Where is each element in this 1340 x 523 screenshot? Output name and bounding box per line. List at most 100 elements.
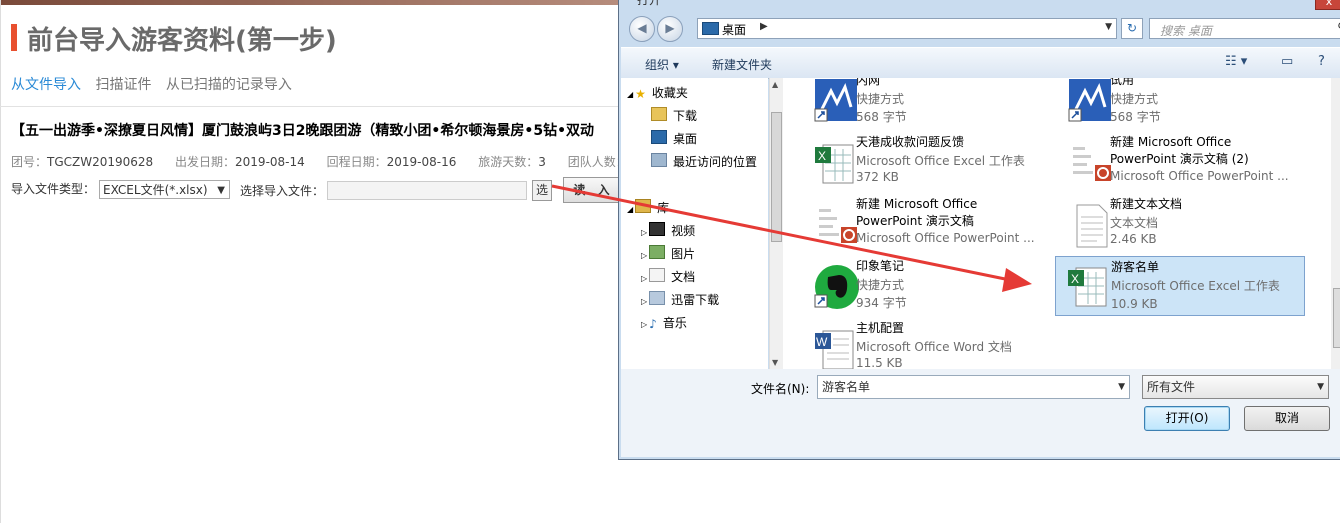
close-button[interactable]: x	[1315, 0, 1340, 10]
forward-icon[interactable]: ▶	[657, 16, 683, 42]
file-name: 内网	[856, 78, 881, 87]
collapsed-icon: ▷	[641, 228, 648, 237]
file-type: Microsoft Office Excel 工作表	[856, 154, 1025, 168]
nav-docs[interactable]: ▷ 文档	[641, 268, 695, 285]
page-border	[0, 0, 1, 523]
video-icon	[649, 222, 666, 236]
chevron-down-icon[interactable]: ▼	[1105, 22, 1112, 32]
import-row: 导入文件类型： EXCEL文件(*.xlsx) ▼ 选择导入文件： 选 读 入	[11, 177, 623, 203]
file-item-evernote[interactable]: 印象笔记 快捷方式 934 字节	[803, 258, 1053, 318]
desktop-icon	[702, 22, 719, 35]
days-label: 旅游天数：	[478, 155, 539, 169]
file-size: 568 字节	[1110, 110, 1161, 124]
address-bar[interactable]: 桌面 ▶ ▼	[697, 18, 1117, 39]
help-icon[interactable]: ?	[1318, 54, 1325, 69]
file-size: 934 字节	[856, 296, 907, 310]
desktop-icon	[651, 130, 667, 144]
read-in-button[interactable]: 读 入	[563, 177, 623, 203]
chevron-down-icon[interactable]: ▼	[1118, 376, 1125, 398]
address-text: 桌面	[722, 23, 747, 37]
picture-icon	[649, 245, 666, 259]
preview-pane-icon[interactable]: ▭	[1281, 54, 1293, 69]
file-item-ppt-2[interactable]: 新建 Microsoft Office PowerPoint 演示文稿 (2) …	[1057, 134, 1307, 194]
chevron-down-icon: ▼	[217, 185, 225, 196]
nav-xunlei[interactable]: ▷ 迅雷下载	[641, 291, 719, 308]
file-name: 天港成收款问题反馈	[856, 135, 965, 149]
back-icon[interactable]: ◀	[629, 16, 655, 42]
nav-desktop-label: 桌面	[673, 132, 698, 146]
chevron-down-icon: ▼	[1317, 382, 1324, 392]
file-item-feedback-xls[interactable]: X 天港成收款问题反馈 Microsoft Office Excel 工作表 3…	[803, 134, 1053, 194]
file-list-scrollbar[interactable]	[1331, 78, 1340, 369]
file-type: Microsoft Office Excel 工作表	[1111, 279, 1280, 293]
shortcut-app-icon	[814, 79, 857, 122]
scroll-thumb[interactable]	[1333, 288, 1340, 348]
file-item-new-text[interactable]: 新建文本文档 文本文档 2.46 KB	[1057, 196, 1307, 256]
nav-library[interactable]: ◢ 库	[627, 199, 669, 216]
file-name: 游客名单	[1111, 260, 1160, 274]
import-file-input[interactable]	[327, 181, 527, 200]
file-size: 10.9 KB	[1111, 297, 1158, 311]
file-type: 快捷方式	[856, 278, 905, 292]
nav-recent[interactable]: 最近访问的位置	[651, 153, 757, 170]
depart-label: 出发日期：	[175, 155, 236, 169]
file-type: 文本文档	[1110, 216, 1159, 230]
recent-places-icon	[651, 153, 667, 167]
import-type-value: EXCEL文件(*.xlsx)	[103, 183, 208, 197]
nav-desktop[interactable]: 桌面	[651, 130, 697, 147]
file-name: 试用	[1110, 78, 1135, 87]
powerpoint-icon	[819, 209, 857, 243]
pick-file-button[interactable]: 选	[532, 180, 552, 201]
tab-file-import[interactable]: 从文件导入	[11, 74, 81, 94]
tab-scan-id[interactable]: 扫描证件	[95, 74, 151, 94]
nav-downloads[interactable]: 下载	[651, 107, 697, 124]
scroll-up-icon[interactable]: ▲	[772, 80, 778, 89]
file-item-host-config[interactable]: W 主机配置 Microsoft Office Word 文档 11.5 KB	[803, 320, 1053, 369]
nav-videos[interactable]: ▷ 视频	[641, 222, 695, 239]
file-type: 快捷方式	[1110, 92, 1159, 106]
file-type: Microsoft Office PowerPoint ...	[856, 231, 1035, 245]
expand-icon: ◢	[627, 205, 634, 214]
nav-xunlei-label: 迅雷下载	[671, 293, 720, 307]
collapsed-icon: ▷	[641, 320, 648, 329]
refresh-icon[interactable]: ↻	[1121, 18, 1143, 39]
shortcut-app-icon	[1068, 79, 1111, 122]
nav-scrollbar[interactable]: ▲ ▼	[769, 78, 783, 369]
view-options-icon[interactable]: ☷ ▾	[1225, 54, 1247, 69]
open-button[interactable]: 打开(O)	[1144, 406, 1230, 431]
library-icon	[635, 199, 652, 213]
nav-downloads-label: 下载	[673, 109, 698, 123]
star-icon: ★	[635, 87, 646, 101]
file-size: 11.5 KB	[856, 356, 903, 369]
scroll-thumb[interactable]	[771, 112, 782, 242]
svg-text:W: W	[816, 335, 828, 349]
file-size: 2.46 KB	[1110, 232, 1157, 246]
filename-input[interactable]: 游客名单 ▼	[817, 375, 1130, 399]
nav-favorites[interactable]: ◢ ★ 收藏夹	[627, 84, 688, 101]
file-item-ppt[interactable]: 新建 Microsoft Office PowerPoint 演示文稿 Micr…	[803, 196, 1053, 256]
tab-scanned-records[interactable]: 从已扫描的记录导入	[166, 74, 292, 94]
nav-library-label: 库	[657, 201, 670, 215]
cancel-button[interactable]: 取消	[1244, 406, 1330, 431]
file-type: Microsoft Office Word 文档	[856, 340, 1012, 354]
import-type-select[interactable]: EXCEL文件(*.xlsx) ▼	[99, 180, 230, 199]
days-value: 3	[538, 155, 546, 169]
nav-pictures[interactable]: ▷ 图片	[641, 245, 695, 262]
file-size: 568 字节	[856, 110, 907, 124]
file-item-trial[interactable]: 试用 快捷方式 568 字节	[1057, 78, 1307, 132]
nav-favorites-label: 收藏夹	[651, 86, 688, 100]
file-item-intranet[interactable]: 内网 快捷方式 568 字节	[803, 78, 1053, 132]
file-item-visitor-list[interactable]: X 游客名单 Microsoft Office Excel 工作表 10.9 K…	[1055, 256, 1305, 316]
organize-menu[interactable]: 组织 ▾	[645, 56, 679, 73]
filetype-select[interactable]: 所有文件 ▼	[1142, 375, 1329, 399]
scroll-down-icon[interactable]: ▼	[772, 358, 778, 367]
depart-date: 2019-08-14	[235, 155, 305, 169]
collapsed-icon: ▷	[641, 251, 648, 260]
text-file-icon	[1076, 204, 1108, 248]
search-input[interactable]: 搜索 桌面 ⚲	[1149, 18, 1340, 39]
return-label: 回程日期：	[326, 155, 387, 169]
download-folder-icon	[649, 291, 666, 305]
nav-music[interactable]: ▷ ♪ 音乐	[641, 314, 687, 331]
new-folder-button[interactable]: 新建文件夹	[712, 56, 772, 73]
file-name-line2: PowerPoint 演示文稿 (2)	[1110, 152, 1249, 166]
